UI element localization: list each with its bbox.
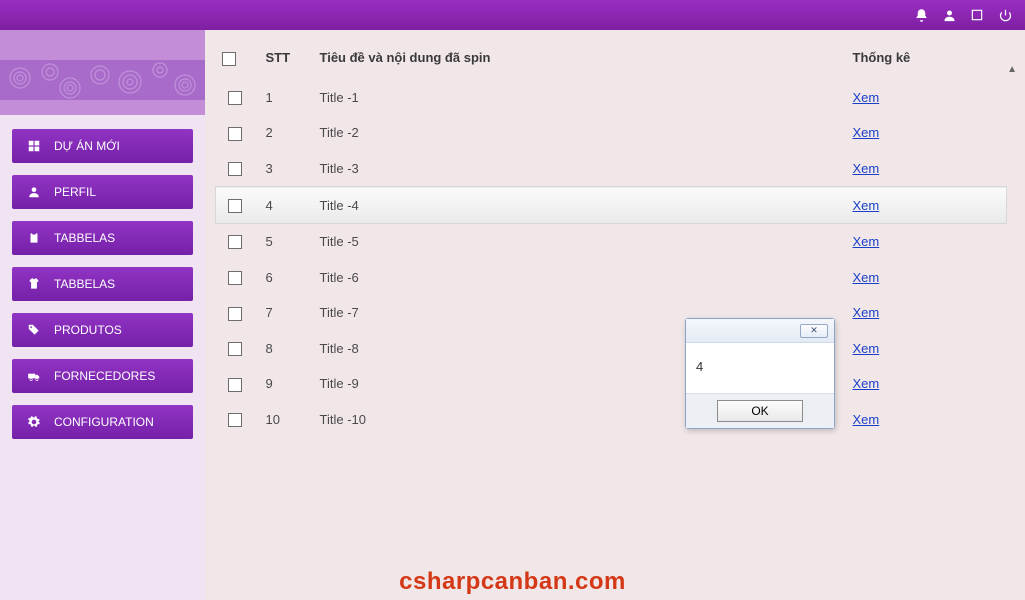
view-link[interactable]: Xem	[853, 125, 880, 140]
sidebar-item-label: DỰ ÁN MỚI	[54, 139, 120, 153]
row-title: Title -4	[314, 187, 847, 224]
row-checkbox[interactable]	[228, 342, 242, 356]
header-checkbox-cell	[216, 36, 254, 80]
row-stt: 9	[254, 366, 314, 402]
sidebar-item-label: TABBELAS	[54, 231, 115, 245]
watermark: csharpcanban.com	[399, 568, 626, 596]
header-stt: STT	[254, 36, 314, 80]
view-link[interactable]: Xem	[853, 90, 880, 105]
sidebar-item-label: PERFIL	[54, 185, 96, 199]
header-stats: Thống kê	[847, 36, 1007, 80]
row-stt: 3	[254, 151, 314, 187]
bell-icon[interactable]	[913, 7, 929, 23]
sidebar-item-tabbelas-2[interactable]: TABBELAS	[12, 267, 193, 301]
window-icon[interactable]	[969, 7, 985, 23]
row-title: Title -3	[314, 151, 847, 187]
power-icon[interactable]	[997, 7, 1013, 23]
message-dialog: ✕ 4 OK	[685, 318, 835, 429]
data-table: STT Tiêu đề và nội dung đã spin Thống kê…	[215, 36, 1007, 437]
view-link[interactable]: Xem	[853, 341, 880, 356]
table-row[interactable]: 8Title -8Xem	[216, 331, 1007, 367]
row-stt: 8	[254, 331, 314, 367]
row-stt: 5	[254, 223, 314, 259]
view-link[interactable]: Xem	[853, 376, 880, 391]
row-checkbox[interactable]	[228, 162, 242, 176]
ok-button[interactable]: OK	[717, 400, 803, 422]
view-link[interactable]: Xem	[853, 412, 880, 427]
table-row[interactable]: 7Title -7Xem	[216, 295, 1007, 331]
sidebar-item-label: PRODUTOS	[54, 323, 122, 337]
dialog-message: 4	[686, 343, 834, 393]
sidebar-item-fornecedores[interactable]: FORNECEDORES	[12, 359, 193, 393]
scroll-up-icon[interactable]: ▲	[1007, 64, 1017, 75]
row-title: Title -1	[314, 80, 847, 116]
row-checkbox[interactable]	[228, 271, 242, 285]
tags-icon	[26, 322, 42, 338]
sidebar-item-perfil[interactable]: PERFIL	[12, 175, 193, 209]
table-row[interactable]: 1Title -1 Xem	[216, 80, 1007, 116]
close-icon[interactable]: ✕	[800, 324, 828, 338]
sidebar-item-label: FORNECEDORES	[54, 369, 155, 383]
table-row[interactable]: 3Title -3 Xem	[216, 151, 1007, 187]
view-link[interactable]: Xem	[853, 270, 880, 285]
table-header-row: STT Tiêu đề và nội dung đã spin Thống kê	[216, 36, 1007, 80]
sidebar-item-tabbelas-1[interactable]: TABBELAS	[12, 221, 193, 255]
grid-icon	[26, 138, 42, 154]
table-row[interactable]: 2Title -2 Xem	[216, 115, 1007, 151]
dialog-footer: OK	[686, 393, 834, 428]
gear-icon	[26, 414, 42, 430]
sidebar-item-label: CONFIGURATION	[54, 415, 154, 429]
row-checkbox[interactable]	[228, 91, 242, 105]
shirt-icon	[26, 276, 42, 292]
sidebar-item-configuration[interactable]: CONFIGURATION	[12, 405, 193, 439]
truck-icon	[26, 368, 42, 384]
row-stt: 4	[254, 187, 314, 224]
table-row[interactable]: 10Title -10Xem	[216, 402, 1007, 438]
row-checkbox[interactable]	[228, 378, 242, 392]
header-title: Tiêu đề và nội dung đã spin	[314, 36, 847, 80]
topbar	[0, 0, 1025, 30]
row-checkbox[interactable]	[228, 307, 242, 321]
row-checkbox[interactable]	[228, 413, 242, 427]
row-stt: 2	[254, 115, 314, 151]
sidebar-item-du-an-moi[interactable]: DỰ ÁN MỚI	[12, 129, 193, 163]
table-row[interactable]: 4Title -4 Xem	[216, 187, 1007, 224]
row-title: Title -5	[314, 223, 847, 259]
row-checkbox[interactable]	[228, 127, 242, 141]
row-title: Title -6	[314, 259, 847, 295]
table-row[interactable]: 5Title -5 Xem	[216, 223, 1007, 259]
row-checkbox[interactable]	[228, 235, 242, 249]
row-stt: 1	[254, 80, 314, 116]
content-area: ▲ STT Tiêu đề và nội dung đã spin Thống …	[205, 30, 1025, 600]
sidebar: DỰ ÁN MỚI PERFIL TABBELAS TABBELAS	[0, 30, 205, 600]
sidebar-item-produtos[interactable]: PRODUTOS	[12, 313, 193, 347]
select-all-checkbox[interactable]	[222, 52, 236, 66]
user-icon[interactable]	[941, 7, 957, 23]
row-stt: 7	[254, 295, 314, 331]
table-row[interactable]: 6Title -6 Xem	[216, 259, 1007, 295]
row-checkbox[interactable]	[228, 199, 242, 213]
table-row[interactable]: 9Title -9Xem	[216, 366, 1007, 402]
sidebar-nav: DỰ ÁN MỚI PERFIL TABBELAS TABBELAS	[0, 115, 205, 453]
view-link[interactable]: Xem	[853, 305, 880, 320]
clipboard-icon	[26, 230, 42, 246]
row-stt: 6	[254, 259, 314, 295]
row-title: Title -2	[314, 115, 847, 151]
view-link[interactable]: Xem	[853, 198, 880, 213]
row-stt: 10	[254, 402, 314, 438]
sidebar-item-label: TABBELAS	[54, 277, 115, 291]
view-link[interactable]: Xem	[853, 234, 880, 249]
person-icon	[26, 184, 42, 200]
dialog-titlebar[interactable]: ✕	[686, 319, 834, 343]
sidebar-header	[0, 30, 205, 115]
view-link[interactable]: Xem	[853, 161, 880, 176]
